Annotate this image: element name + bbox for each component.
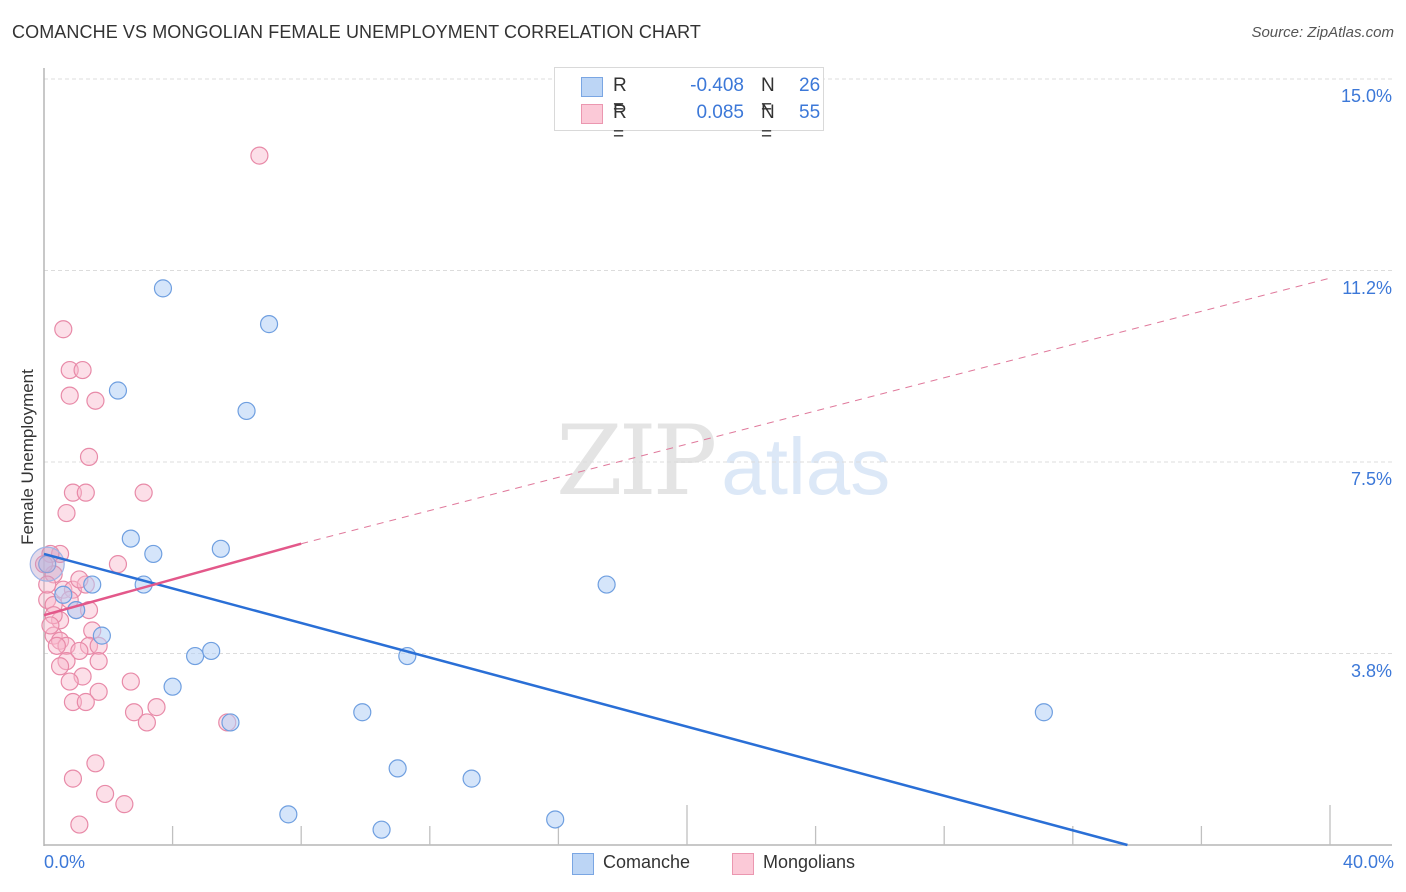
mongolians-point: [54, 320, 73, 339]
n-label: N =: [761, 102, 775, 145]
comanche-point: [353, 703, 372, 722]
r-value: 0.085: [696, 102, 744, 123]
y-tick-label: 15.0%: [1340, 86, 1392, 106]
comanche-point: [221, 713, 240, 732]
mongolians-swatch: [732, 853, 754, 875]
mongolians-point: [63, 769, 83, 788]
mongolians-point: [76, 483, 95, 502]
comanche-point: [259, 315, 279, 334]
comanche-point: [388, 759, 407, 778]
comanche-point: [546, 810, 565, 829]
mongolians-point: [50, 657, 70, 676]
comanche-point: [202, 641, 221, 661]
mongolians-swatch: [581, 104, 603, 124]
comanche-point: [597, 575, 616, 594]
y-tick-label: 11.2%: [1342, 278, 1392, 298]
comanche-point: [54, 585, 73, 604]
legend-label: Mongolians: [763, 852, 856, 872]
mongolians-point: [108, 555, 128, 574]
mongolians-point: [147, 698, 166, 717]
mongolians-point: [79, 447, 99, 466]
legend-label: Comanche: [603, 852, 691, 872]
axes: [43, 68, 1392, 846]
mongolians-point: [121, 672, 140, 691]
y-axis-title: Female Unemployment: [18, 369, 37, 545]
mongolians-point: [60, 386, 79, 405]
mongolians-trend-extension: [301, 277, 1331, 545]
comanche-point: [237, 401, 256, 421]
mongolians-point: [57, 503, 76, 523]
mongolians-point: [73, 360, 92, 380]
trend-lines: [43, 277, 1331, 847]
x-tick-label-max: 40.0%: [1342, 852, 1394, 872]
comanche-point: [163, 677, 182, 696]
comanche-point: [153, 279, 173, 298]
comanche-trend-line: [43, 552, 1128, 847]
comanche-point: [108, 381, 128, 400]
mongolians-point: [47, 636, 66, 655]
scatter-plot: [29, 68, 1392, 847]
mongolians-point: [70, 815, 89, 834]
y-tick-label: 7.5%: [1350, 469, 1392, 489]
mongolians-point: [86, 754, 105, 773]
comanche-point: [372, 820, 391, 839]
comanche-point: [83, 575, 102, 594]
n-value: 26: [799, 75, 821, 96]
comanche-point: [186, 646, 205, 666]
mongolians-point: [89, 652, 108, 671]
comanche-point: [1034, 703, 1053, 722]
comanche-point: [462, 769, 481, 788]
mongolians-point: [41, 616, 60, 635]
mongolians-point: [134, 483, 153, 502]
mongolians-point: [137, 713, 156, 732]
mongolians-point: [76, 692, 95, 712]
r-value: -0.408: [690, 75, 744, 96]
mongolians-point: [250, 146, 269, 165]
comanche-point: [121, 529, 140, 548]
r-label: R =: [613, 102, 627, 145]
comanche-points: [29, 279, 1053, 839]
y-tick-label: 3.8%: [1350, 661, 1392, 681]
x-tick-label-min: 0.0%: [44, 852, 86, 872]
mongolians-point: [115, 795, 134, 814]
comanche-point-large: [29, 546, 65, 582]
mongolians-point: [60, 672, 79, 691]
comanche-point: [211, 539, 230, 558]
comanche-point: [279, 805, 298, 824]
correlation-legend: R = -0.408 N = 26 R = 0.085 N = 55: [554, 67, 824, 145]
gridlines: [44, 78, 1392, 654]
n-value: 55: [799, 102, 821, 123]
comanche-point: [144, 544, 163, 564]
comanche-point: [92, 626, 111, 645]
mongolians-point: [86, 391, 105, 410]
mongolians-point: [95, 784, 115, 804]
comanche-swatch: [572, 853, 594, 875]
comanche-swatch: [581, 77, 603, 97]
